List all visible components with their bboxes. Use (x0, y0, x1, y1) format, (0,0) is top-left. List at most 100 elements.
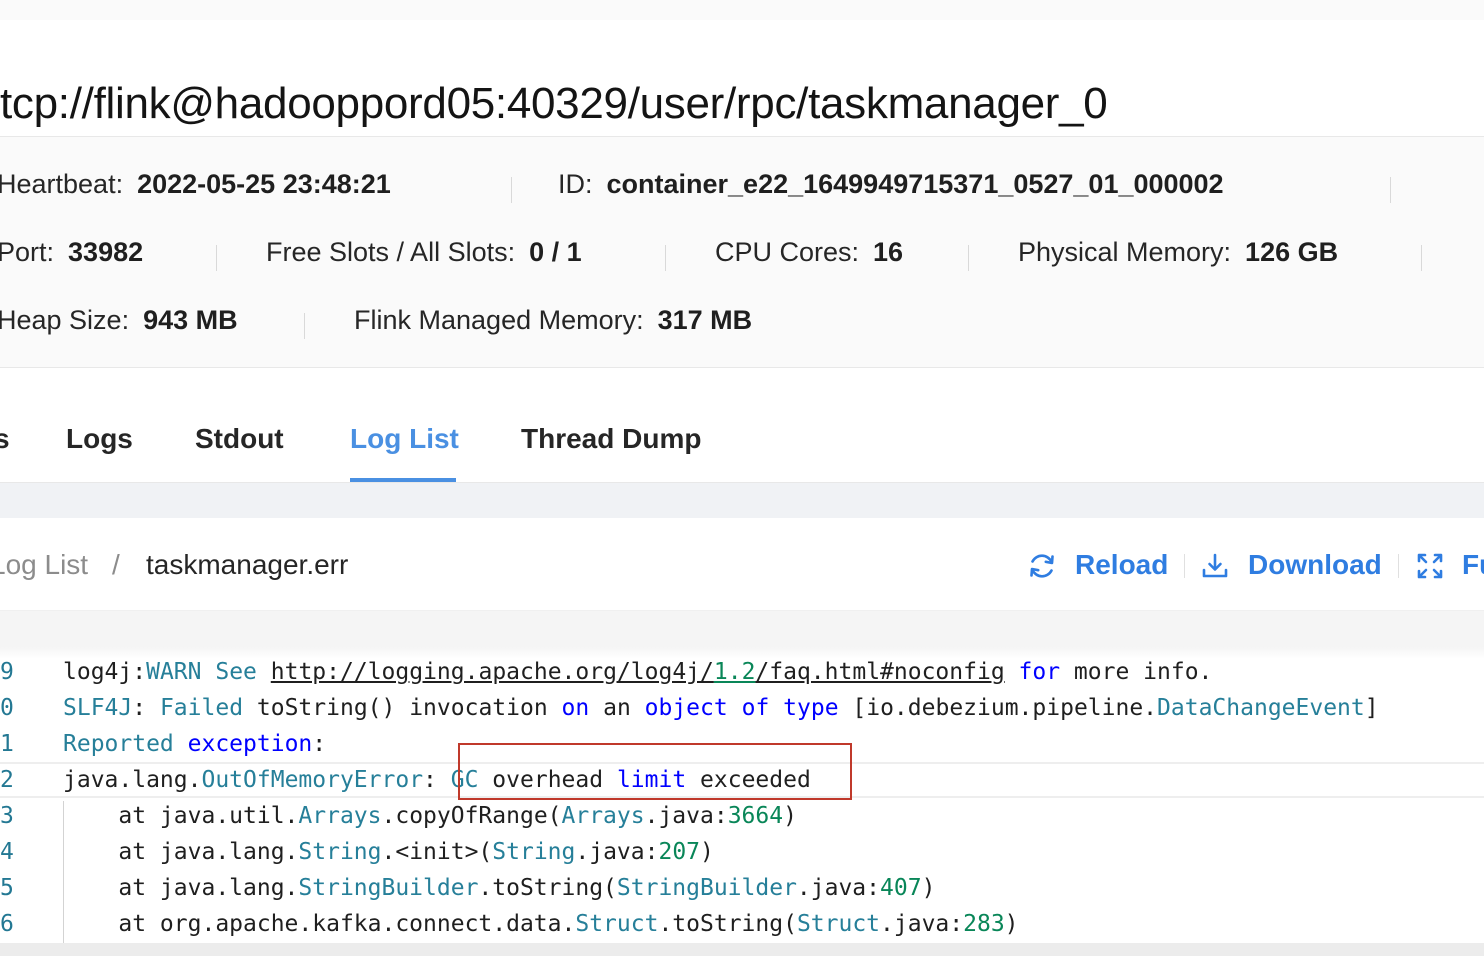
detail-label: ID: (558, 169, 593, 199)
divider (1184, 554, 1185, 578)
code-token: DataChangeEvent (1157, 695, 1365, 721)
code-token: 3664 (727, 803, 784, 829)
code-token: ) (921, 875, 936, 901)
code-token: Reported (63, 731, 174, 757)
detail-value: 0 / 1 (529, 237, 582, 267)
code-token: StringBuilder (616, 875, 797, 901)
code-token: type (783, 695, 839, 721)
line-text: java.lang.OutOfMemoryError: GC overhead … (63, 764, 811, 796)
detail-value: 16 (873, 237, 904, 267)
code-line: 0 SLF4J: Failed toString() invocation on … (0, 690, 1484, 726)
code-token: 207 (658, 839, 701, 865)
detail-label: Port: (0, 237, 55, 267)
line-text: Reported exception: (63, 726, 326, 762)
code-token: java.lang. (63, 767, 202, 793)
line-number: 9 (0, 659, 14, 685)
detail-port: Port: 33982 (0, 235, 143, 269)
detail-label: Flink Managed Memory: (354, 305, 644, 335)
breadcrumb-current: taskmanager.err (146, 549, 349, 580)
code-token: on (561, 695, 590, 721)
fullscreen-button[interactable]: Fu (1462, 548, 1484, 582)
download-icon[interactable] (1201, 552, 1229, 580)
code-line: 3 at java.util.Arrays.copyOfRange(Arrays… (0, 798, 1484, 834)
code-token: 1.2 (713, 659, 756, 685)
tabs-bar: s Logs Stdout Log List Thread Dump (0, 368, 1484, 483)
detail-value: 2022-05-25 23:48:21 (137, 169, 391, 199)
log-editor[interactable]: 9 log4j: WARN See http://logging.apache.or… (0, 647, 1484, 943)
tab-partial[interactable]: s (0, 422, 10, 456)
divider (304, 313, 305, 339)
breadcrumb-parent[interactable]: Log List (0, 548, 88, 582)
tab-stdout[interactable]: Stdout (195, 422, 284, 456)
reload-icon[interactable] (1028, 552, 1056, 580)
reload-button[interactable]: Reload (1075, 548, 1168, 582)
taskmanager-page: tcp://flink@hadooppord05:40329/user/rpc/… (0, 0, 1484, 956)
code-token: : (312, 731, 327, 757)
code-token: String (492, 839, 576, 865)
code-token: /faq.html#noconfig (755, 659, 1005, 685)
detail-label: CPU Cores: (715, 237, 860, 267)
code-token: WARN (146, 659, 202, 685)
code-line-current: 2 java.lang.OutOfMemoryError: GC overhead… (0, 762, 1484, 798)
code-token: .toString( (658, 911, 797, 937)
code-token: .java: (644, 803, 728, 829)
line-number: 2 (0, 767, 14, 793)
code-token: Arrays (298, 803, 382, 829)
line-number: 5 (0, 875, 14, 901)
code-token: of (741, 695, 770, 721)
line-text: SLF4J: Failed toString() invocation on a… (63, 690, 1379, 726)
code-token: 283 (963, 911, 1005, 937)
line-number: 1 (0, 731, 14, 757)
code-line: 5 at java.lang.StringBuilder.toString(St… (0, 870, 1484, 906)
line-number: 0 (0, 695, 14, 721)
editor-scrollbar[interactable] (0, 943, 1484, 956)
code-token: Arrays (561, 803, 645, 829)
code-token: .java: (575, 839, 659, 865)
code-token: .toString( (478, 875, 617, 901)
tab-logs[interactable]: Logs (66, 422, 133, 456)
code-token: http://logging.apache.org/log4j/ (270, 659, 714, 685)
fullscreen-icon[interactable] (1416, 552, 1444, 580)
detail-value: container_e22_1649949715371_0527_01_0000… (606, 169, 1224, 199)
code-token: String (298, 839, 382, 865)
tab-log-list[interactable]: Log List (350, 422, 459, 456)
code-token: .java: (796, 875, 881, 901)
detail-slots: Free Slots / All Slots: 0 / 1 (266, 235, 582, 269)
code-line: 4 at java.lang.String.<init>(String.java… (0, 834, 1484, 870)
detail-cpu: CPU Cores: 16 (715, 235, 903, 269)
download-button[interactable]: Download (1248, 548, 1382, 582)
code-token: exceeded (686, 767, 811, 793)
tab-thread-dump[interactable]: Thread Dump (521, 422, 701, 456)
code-token: log4j (63, 659, 133, 685)
detail-label: Heap Size: (0, 305, 130, 335)
top-band (0, 0, 1484, 20)
line-number: 6 (0, 911, 14, 937)
line-text: at java.lang.String.<init>(String.java:2… (63, 834, 714, 870)
code-token: toString() invocation (243, 695, 562, 721)
code-line: 9 log4j:WARN See http://logging.apache.or… (0, 654, 1484, 690)
code-token: ) (783, 803, 797, 829)
divider (511, 177, 512, 203)
line-number: 3 (0, 803, 14, 829)
detail-heap: Heap Size: 943 MB (0, 303, 238, 337)
code-token: SLF4J (63, 695, 133, 721)
code-token: See (215, 659, 257, 685)
code-token: an (589, 695, 645, 721)
divider (1398, 554, 1399, 578)
divider (665, 245, 666, 271)
line-text: at java.util.Arrays.copyOfRange(Arrays.j… (63, 798, 797, 834)
code-token: 407 (880, 875, 922, 901)
code-token: OutOfMemoryError (201, 767, 424, 793)
code-token: .copyOfRange( (381, 803, 562, 829)
code-token: [io.debezium.pipeline. (838, 695, 1158, 721)
line-number: 4 (0, 839, 14, 865)
code-token: : (132, 695, 160, 721)
page-title: tcp://flink@hadooppord05:40329/user/rpc/… (0, 79, 1108, 128)
detail-heartbeat: Heartbeat: 2022-05-25 23:48:21 (0, 167, 391, 201)
divider (968, 245, 969, 271)
code-token: : (423, 767, 451, 793)
